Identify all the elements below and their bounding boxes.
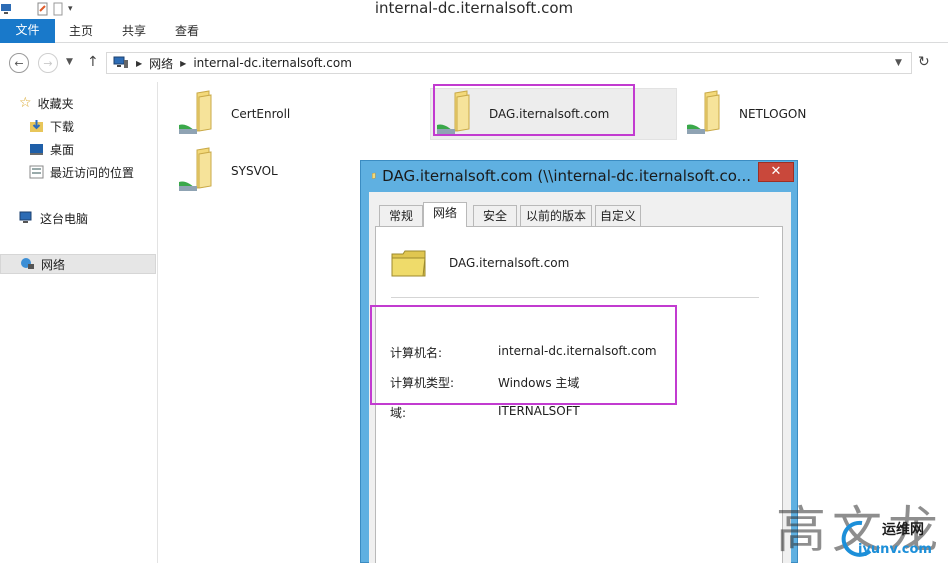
recent-places-icon (29, 165, 44, 179)
downloads-icon (30, 120, 43, 132)
tab-customize[interactable]: 自定义 (595, 205, 641, 226)
nav-favorites[interactable]: ☆ 收藏夹 (19, 93, 74, 113)
divider (391, 297, 759, 298)
arrow-right-icon: → (43, 56, 53, 70)
chevron-right-icon[interactable]: ▶ (180, 59, 186, 68)
logo-url: iyunv.com (858, 542, 932, 557)
computer-icon (19, 211, 32, 223)
tab-general[interactable]: 常规 (379, 205, 423, 226)
share-name: DAG.iternalsoft.com (449, 256, 570, 270)
nav-desktop[interactable]: 桌面 (29, 139, 74, 159)
breadcrumb-host[interactable]: internal-dc.iternalsoft.com (193, 56, 352, 70)
folder-name: CertEnroll (231, 107, 291, 121)
network-icon (21, 258, 34, 269)
refresh-button[interactable]: ↻ (918, 54, 930, 70)
star-icon: ☆ (19, 95, 32, 111)
properties-dialog: DAG.iternalsoft.com (\\internal-dc.itern… (360, 160, 798, 563)
tab-file[interactable]: 文件 (0, 19, 55, 43)
back-button[interactable]: ← (9, 53, 29, 73)
arrow-up-icon: ↑ (87, 54, 99, 70)
tab-network[interactable]: 网络 (423, 202, 467, 227)
tab-view[interactable]: 查看 (175, 19, 199, 43)
address-bar[interactable]: ▶ 网络 ▶ internal-dc.iternalsoft.com (106, 52, 912, 74)
folder-name: DAG.iternalsoft.com (489, 107, 610, 121)
network-icon (113, 56, 128, 68)
computer-type-value: Windows 主域 (498, 376, 580, 390)
window-title: internal-dc.iternalsoft.com (374, 0, 574, 17)
title-bar: ▾ internal-dc.iternalsoft.com (0, 0, 948, 18)
site-logo: 运维网 iyunv.com (841, 520, 932, 557)
tab-security[interactable]: 安全 (473, 205, 517, 226)
shared-folder-icon (179, 147, 212, 191)
arrow-left-icon: ← (14, 56, 24, 70)
tab-share[interactable]: 共享 (122, 19, 146, 43)
navigation-pane: ☆ 收藏夹 下载 桌面 最近访问的位置 这台电脑 网络 (0, 82, 158, 563)
computer-name-value: internal-dc.iternalsoft.com (498, 344, 657, 358)
close-icon: ✕ (770, 164, 782, 179)
dialog-title: DAG.iternalsoft.com (\\internal-dc.itern… (371, 167, 751, 185)
folder-certenroll[interactable]: CertEnroll (177, 88, 290, 140)
domain-label: 域: (390, 406, 407, 420)
tab-panel-network: DAG.iternalsoft.com 计算机名: internal-dc.it… (375, 226, 783, 563)
nav-downloads[interactable]: 下载 (29, 116, 74, 136)
shared-folder-icon (687, 90, 720, 134)
folder-sysvol[interactable]: SYSVOL (177, 145, 278, 197)
nav-network[interactable]: 网络 (0, 254, 156, 274)
logo-text: 运维网 (882, 521, 924, 538)
nav-recent[interactable]: 最近访问的位置 (29, 162, 134, 182)
refresh-icon: ↻ (918, 54, 930, 70)
folder-netlogon[interactable]: NETLOGON (685, 88, 806, 140)
nav-this-pc[interactable]: 这台电脑 (19, 208, 88, 228)
address-dropdown[interactable]: ▼ (895, 58, 902, 68)
ribbon-tabs: 文件 主页 共享 查看 (0, 19, 948, 43)
forward-button[interactable]: → (38, 53, 58, 73)
desktop-icon (30, 144, 43, 155)
folder-icon (372, 172, 376, 179)
close-button[interactable]: ✕ (758, 162, 794, 182)
shared-folder-icon (179, 90, 212, 134)
shared-folder-icon (437, 90, 470, 134)
computer-type-label: 计算机类型: (390, 376, 455, 390)
folder-dag[interactable]: DAG.iternalsoft.com (430, 88, 677, 140)
recent-locations-dropdown[interactable]: ▼ (66, 57, 73, 67)
dialog-body: 常规 网络 安全 以前的版本 自定义 DAG.iternalsoft.com 计… (369, 192, 791, 563)
tab-home[interactable]: 主页 (69, 19, 93, 43)
folder-name: NETLOGON (739, 107, 807, 121)
breadcrumb-network[interactable]: 网络 (149, 55, 173, 72)
folder-name: SYSVOL (231, 164, 278, 178)
chevron-right-icon[interactable]: ▶ (136, 59, 142, 68)
computer-name-label: 计算机名: (390, 346, 443, 360)
domain-value: ITERNALSOFT (498, 404, 580, 418)
folder-icon (391, 250, 426, 277)
up-button[interactable]: ↑ (87, 54, 99, 70)
tab-previous-versions[interactable]: 以前的版本 (520, 205, 592, 226)
